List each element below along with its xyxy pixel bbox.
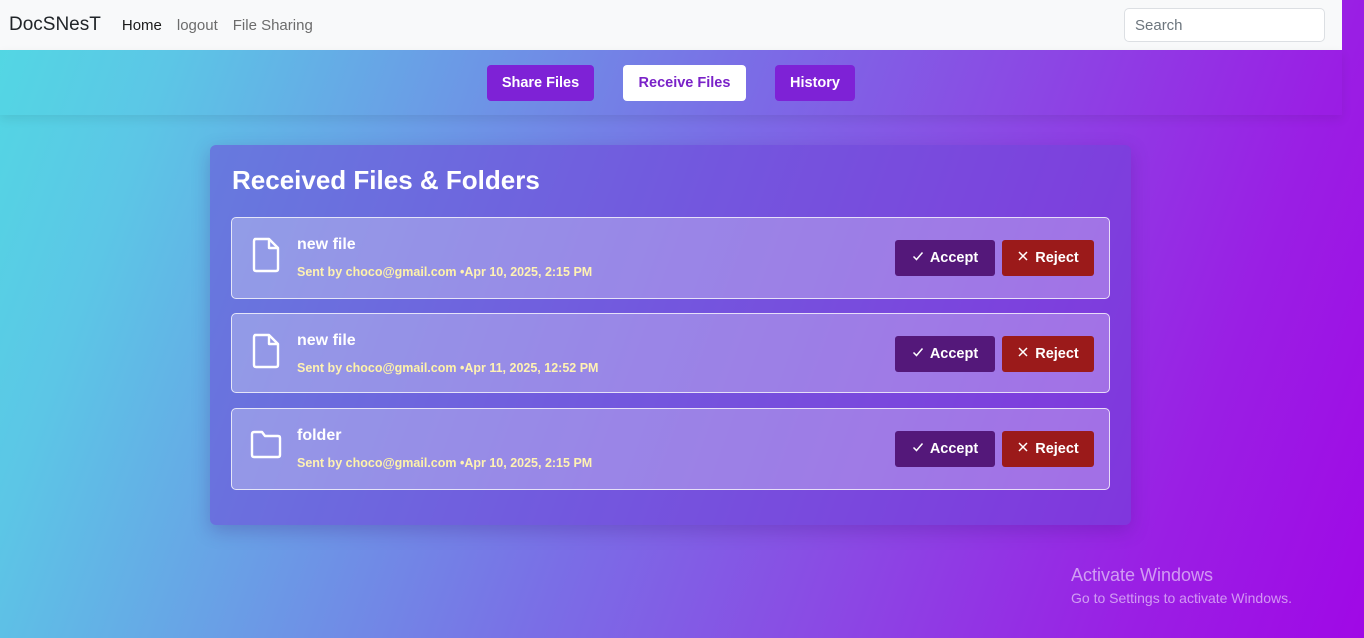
check-icon <box>912 250 924 266</box>
tab-history[interactable]: History <box>775 65 855 101</box>
nav-link-home[interactable]: Home <box>122 17 162 34</box>
received-item: new file Sent by choco@gmail.com •Apr 11… <box>231 313 1110 393</box>
received-item: new file Sent by choco@gmail.com •Apr 10… <box>231 217 1110 299</box>
item-name: new file <box>297 332 356 349</box>
received-item: folder Sent by choco@gmail.com •Apr 10, … <box>231 408 1110 490</box>
check-icon <box>912 441 924 457</box>
tab-strip: Share Files Receive Files History <box>0 50 1342 115</box>
accept-button[interactable]: Accept <box>895 240 995 276</box>
tab-share-files[interactable]: Share Files <box>487 65 594 101</box>
sender-email: choco@gmail.com <box>345 265 457 279</box>
close-icon <box>1017 250 1029 266</box>
item-meta: Sent by choco@gmail.com •Apr 11, 2025, 1… <box>297 361 598 375</box>
accept-button[interactable]: Accept <box>895 336 995 372</box>
sender-email: choco@gmail.com <box>345 456 457 470</box>
sent-by-label: Sent by <box>297 265 343 279</box>
accept-button[interactable]: Accept <box>895 431 995 467</box>
item-name: folder <box>297 427 342 444</box>
accept-label: Accept <box>929 346 979 362</box>
brand-logo[interactable]: DocSNesT <box>9 14 101 36</box>
watermark-title: Activate Windows <box>1071 565 1214 585</box>
reject-button[interactable]: Reject <box>1002 431 1094 467</box>
sent-date: Apr 11, 2025, 12:52 PM <box>464 361 599 375</box>
reject-label: Reject <box>1035 441 1079 457</box>
close-icon <box>1017 346 1029 362</box>
check-icon <box>912 346 924 362</box>
activate-windows-watermark: Activate Windows Go to Settings to activ… <box>1071 565 1292 606</box>
accept-label: Accept <box>929 441 979 457</box>
nav-links: Home logout File Sharing <box>122 17 313 34</box>
file-icon <box>249 332 283 370</box>
reject-button[interactable]: Reject <box>1002 336 1094 372</box>
reject-label: Reject <box>1035 346 1079 362</box>
accept-label: Accept <box>929 250 979 266</box>
top-navbar: DocSNesT Home logout File Sharing <box>0 0 1342 50</box>
item-name: new file <box>297 236 356 253</box>
received-files-card: Received Files & Folders new file Sent b… <box>210 145 1131 525</box>
sender-email: choco@gmail.com <box>345 361 457 375</box>
item-meta: Sent by choco@gmail.com •Apr 10, 2025, 2… <box>297 456 592 470</box>
reject-button[interactable]: Reject <box>1002 240 1094 276</box>
nav-link-logout[interactable]: logout <box>177 17 218 34</box>
sent-by-label: Sent by <box>297 361 343 375</box>
sent-date: Apr 10, 2025, 2:15 PM <box>464 456 593 470</box>
folder-icon <box>249 429 283 467</box>
search-input[interactable] <box>1124 8 1325 42</box>
nav-link-file-sharing[interactable]: File Sharing <box>233 17 313 34</box>
reject-label: Reject <box>1035 250 1079 266</box>
item-meta: Sent by choco@gmail.com •Apr 10, 2025, 2… <box>297 265 592 279</box>
file-icon <box>249 236 283 274</box>
sent-date: Apr 10, 2025, 2:15 PM <box>464 265 593 279</box>
close-icon <box>1017 441 1029 457</box>
sent-by-label: Sent by <box>297 456 343 470</box>
card-title: Received Files & Folders <box>232 165 540 195</box>
tab-receive-files[interactable]: Receive Files <box>623 65 746 101</box>
watermark-subtitle: Go to Settings to activate Windows. <box>1071 590 1292 606</box>
